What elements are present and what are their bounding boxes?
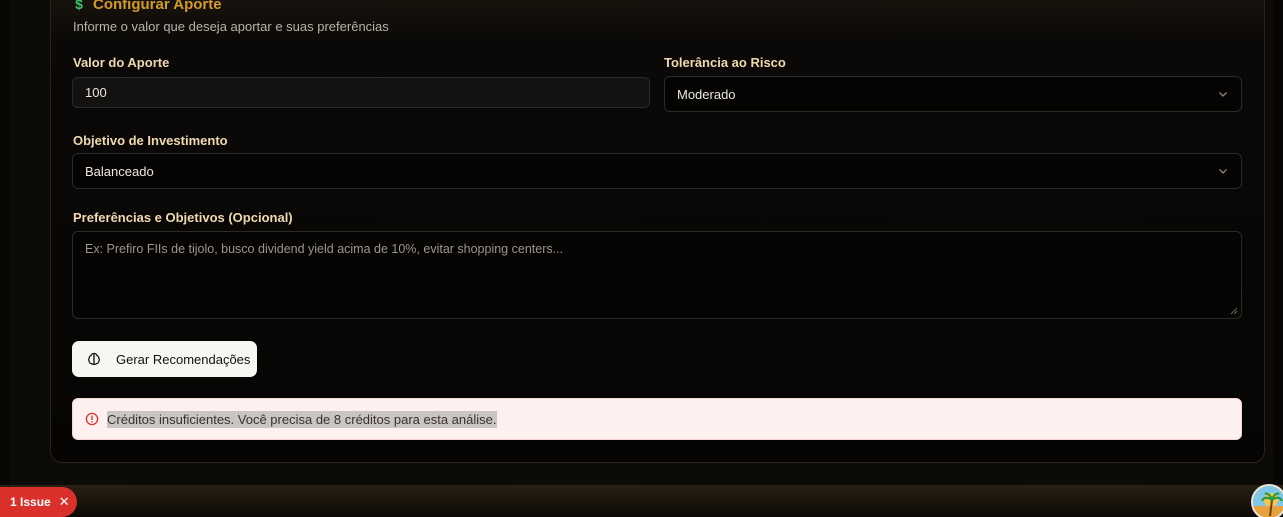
issues-label: 1 Issue bbox=[10, 495, 51, 509]
card-title-text: Configurar Aporte bbox=[93, 0, 222, 13]
preferencias-placeholder: Ex: Prefiro FIIs de tijolo, busco divide… bbox=[85, 242, 564, 256]
palm-tree-icon bbox=[1253, 486, 1283, 517]
card-title: $ Configurar Aporte bbox=[73, 0, 222, 14]
close-icon[interactable]: ✕ bbox=[59, 494, 70, 510]
credits-error-alert: Créditos insuficientes. Você precisa de … bbox=[72, 398, 1242, 440]
avatar[interactable] bbox=[1251, 484, 1283, 517]
chevron-down-icon bbox=[1219, 92, 1227, 97]
valor-aporte-value: 100 bbox=[85, 85, 107, 100]
dollar-icon: $ bbox=[75, 0, 83, 12]
gerar-recomendacoes-button[interactable]: Gerar Recomendações bbox=[72, 341, 257, 377]
chevron-down-icon bbox=[1219, 169, 1227, 174]
valor-aporte-label: Valor do Aporte bbox=[73, 55, 170, 70]
tolerancia-risco-label: Tolerância ao Risco bbox=[664, 55, 786, 70]
valor-aporte-input[interactable]: 100 bbox=[72, 77, 650, 108]
alert-circle-icon bbox=[85, 412, 99, 426]
alert-message: Créditos insuficientes. Você precisa de … bbox=[107, 410, 497, 428]
tolerancia-risco-value: Moderado bbox=[677, 86, 736, 102]
objetivo-investimento-value: Balanceado bbox=[85, 163, 154, 179]
bottom-bar bbox=[0, 485, 1283, 517]
gerar-recomendacoes-label: Gerar Recomendações bbox=[116, 351, 251, 367]
page-right-edge bbox=[1273, 0, 1283, 517]
preferencias-label: Preferências e Objetivos (Opcional) bbox=[73, 210, 293, 225]
page-left-edge bbox=[0, 0, 10, 517]
preferencias-textarea[interactable]: Ex: Prefiro FIIs de tijolo, busco divide… bbox=[72, 231, 1242, 319]
resize-handle-icon[interactable] bbox=[1230, 307, 1238, 315]
objetivo-investimento-label: Objetivo de Investimento bbox=[73, 133, 228, 148]
objetivo-investimento-select[interactable]: Balanceado bbox=[72, 153, 1242, 189]
brain-icon bbox=[87, 352, 101, 365]
card-subtitle: Informe o valor que deseja aportar e sua… bbox=[73, 19, 389, 34]
issues-badge[interactable]: 1 Issue ✕ bbox=[0, 487, 77, 517]
tolerancia-risco-select[interactable]: Moderado bbox=[664, 76, 1242, 112]
